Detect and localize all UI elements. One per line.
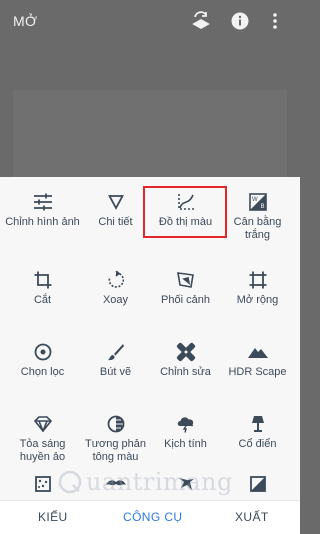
tool-selective[interactable]: Chọn lọc <box>5 327 80 389</box>
tonal-contrast-icon <box>103 411 128 436</box>
white-balance-icon: B W <box>245 189 270 214</box>
tool-label: Tương phản tông màu <box>84 438 147 463</box>
tool-label: Bút vẽ <box>99 366 132 378</box>
top-bar: MỞ <box>0 0 300 42</box>
tool-label: Chỉnh hình ảnh <box>5 216 80 228</box>
tool-perspective[interactable]: Phối cảnh <box>148 255 223 317</box>
selective-icon <box>30 339 55 364</box>
tool-label: HDR Scape <box>228 366 287 378</box>
tool-label: Tỏa sáng huyền ảo <box>19 438 66 463</box>
tool-label: Cổ điển <box>238 438 277 450</box>
black-white-icon <box>245 471 270 496</box>
tab-styles[interactable]: KIỂU <box>38 510 68 524</box>
watermark: uantrimang <box>58 468 233 496</box>
tool-crop[interactable]: Cắt <box>5 255 80 317</box>
tool-label: Chọn lọc <box>20 366 65 378</box>
open-button[interactable]: MỞ <box>13 13 37 29</box>
expand-icon <box>245 267 270 292</box>
vintage-lamp-icon <box>245 411 270 436</box>
info-icon[interactable] <box>229 10 251 32</box>
tool-label: Xoay <box>102 294 129 306</box>
hdr-mountain-icon <box>245 339 270 364</box>
tools-panel: Chỉnh hình ảnh Chi tiết Đồ thị màu B W C… <box>0 177 300 500</box>
bottom-tab-bar: KIỂU CÔNG CỤ XUẤT <box>0 500 300 534</box>
tune-sliders-icon <box>30 189 55 214</box>
tool-healing[interactable]: Chỉnh sửa <box>148 327 223 389</box>
watermark-text: uantrimang <box>86 468 233 496</box>
tool-rotate[interactable]: Xoay <box>78 255 153 317</box>
tool-white-balance[interactable]: B W Cân bằng trắng <box>220 177 295 241</box>
glamour-glow-icon <box>30 411 55 436</box>
drama-cloud-icon <box>173 411 198 436</box>
tool-label: Cân bằng trắng <box>233 216 282 241</box>
layers-undo-icon[interactable] <box>190 10 212 32</box>
healing-icon <box>173 339 198 364</box>
svg-text:B: B <box>260 204 264 210</box>
tool-label: Đồ thị màu <box>158 216 213 228</box>
tool-curves[interactable]: Đồ thị màu <box>148 177 223 239</box>
tool-label: Chi tiết <box>98 216 133 228</box>
tool-vintage[interactable]: Cổ điển <box>220 399 295 461</box>
tool-expand[interactable]: Mở rộng <box>220 255 295 317</box>
watermark-logo-icon <box>58 470 82 494</box>
perspective-icon <box>173 267 198 292</box>
tool-label: Kịch tính <box>164 438 207 450</box>
tool-drama[interactable]: Kịch tính <box>148 399 223 461</box>
details-triangle-icon <box>103 189 128 214</box>
tab-tools[interactable]: CÔNG CỤ <box>123 510 182 524</box>
curves-icon <box>173 189 198 214</box>
more-vert-icon[interactable] <box>264 10 286 32</box>
brush-icon <box>103 339 128 364</box>
tool-glamour-glow[interactable]: Tỏa sáng huyền ảo <box>5 399 80 463</box>
tool-hdr-scape[interactable]: HDR Scape <box>220 327 295 389</box>
grainy-film-icon <box>30 471 55 496</box>
tool-label: Chỉnh sửa <box>160 366 211 378</box>
tool-details[interactable]: Chi tiết <box>78 177 153 239</box>
tool-tune-image[interactable]: Chỉnh hình ảnh <box>5 177 80 239</box>
rotate-icon <box>103 267 128 292</box>
svg-text:W: W <box>252 197 258 203</box>
tab-export[interactable]: XUẤT <box>235 510 269 524</box>
tool-label: Mở rộng <box>236 294 279 306</box>
crop-icon <box>30 267 55 292</box>
tool-label: Phối cảnh <box>161 294 210 306</box>
tool-tonal-contrast[interactable]: Tương phản tông màu <box>78 399 153 463</box>
tool-label: Cắt <box>33 294 52 306</box>
tool-brush[interactable]: Bút vẽ <box>78 327 153 389</box>
